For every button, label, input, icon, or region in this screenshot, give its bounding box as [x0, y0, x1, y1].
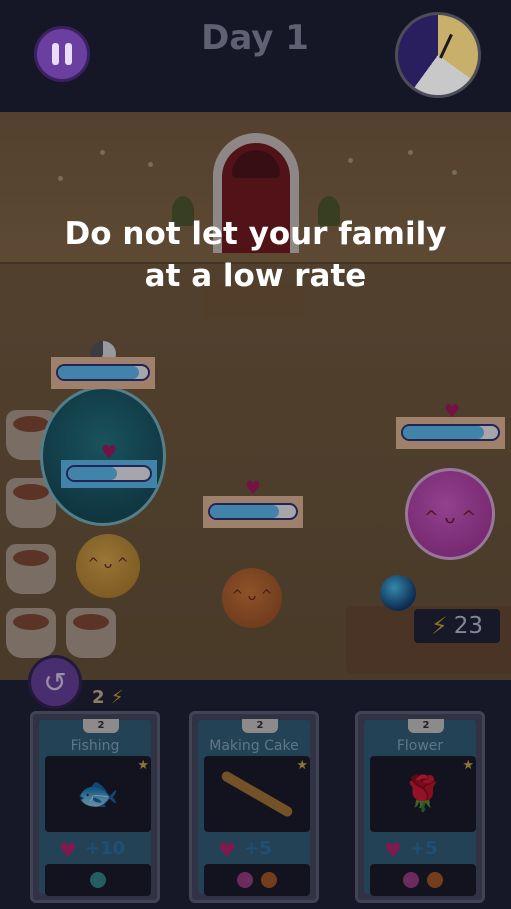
heart-icon: ♥ [218, 838, 236, 862]
tutorial-message: Do not let your family at a low rate [20, 213, 491, 297]
family-member-pink[interactable]: ^ ᴗ ^ [405, 468, 495, 560]
card-art: 🐟 ★ [45, 756, 151, 832]
energy-value: 23 [453, 613, 484, 639]
sparkle [148, 162, 153, 167]
participant-icon [261, 872, 277, 888]
card-value: +5 [410, 838, 438, 859]
health-bar-teal-inner [61, 460, 157, 488]
sparkle [58, 176, 63, 181]
pause-icon [52, 43, 59, 65]
health-bar-pink [396, 417, 505, 449]
undo-cost: 2 ⚡ [92, 687, 123, 708]
day-label: Day 1 [201, 18, 309, 58]
fish-icon: 🐟 [76, 774, 120, 814]
rolling-pin-icon [219, 769, 295, 819]
card-value: +10 [85, 838, 126, 859]
sparkle [408, 150, 413, 155]
participant-icon [403, 872, 419, 888]
game-scene: ^ ᴗ ^ ^ ᴗ ^ ^ ᴗ ^ ^ ᴗ ^ ♥ ♥ ♥ ⚡ 23 ↺ 2 ⚡… [0, 0, 511, 909]
health-fill [210, 505, 279, 518]
card-title: Flower [396, 738, 444, 754]
tutorial-message-line2: at a low rate [144, 258, 367, 294]
crystal-ball-icon[interactable] [380, 575, 416, 611]
rose-icon: 🌹 [401, 774, 445, 814]
star-icon: ★ [462, 758, 474, 773]
action-card-flower[interactable]: 2 Flower 🌹 ★ ♥ +5 [355, 711, 485, 903]
card-title: Making Cake [209, 738, 299, 754]
card-body: 2 Fishing 🐟 ★ ♥ +10 [39, 719, 151, 896]
health-fill [68, 467, 118, 480]
participant-icon [90, 872, 106, 888]
health-fill [58, 366, 139, 379]
action-card-making-cake[interactable]: 2 Making Cake ★ ♥ +5 [189, 711, 319, 903]
health-bar-teal [51, 357, 155, 389]
card-participants [370, 864, 476, 896]
heart-icon: ♥ [100, 442, 118, 463]
family-member-orange[interactable]: ^ ᴗ ^ [222, 568, 282, 628]
action-card-fishing[interactable]: 2 Fishing 🐟 ★ ♥ +10 [30, 711, 160, 903]
lightning-icon: ⚡ [110, 687, 124, 708]
undo-button[interactable]: ↺ [28, 655, 82, 709]
card-participants [204, 864, 310, 896]
health-fill [403, 426, 484, 439]
health-bar-orange [203, 496, 303, 528]
undo-cost-value: 2 [92, 687, 105, 708]
star-icon: ★ [296, 758, 308, 773]
card-body: 2 Making Cake ★ ♥ +5 [198, 719, 310, 896]
card-value: +5 [244, 838, 272, 859]
sparkle [100, 150, 105, 155]
energy-counter: ⚡ 23 [414, 609, 500, 643]
sparkle [348, 158, 353, 163]
pause-icon [65, 43, 72, 65]
lightning-icon: ⚡ [430, 612, 448, 640]
heart-icon: ♥ [384, 838, 402, 862]
pause-button[interactable] [34, 26, 90, 82]
card-title: Fishing [70, 738, 120, 754]
star-icon: ★ [137, 758, 149, 773]
card-art: 🌹 ★ [370, 756, 476, 832]
heart-icon: ♥ [59, 838, 77, 862]
card-art: ★ [204, 756, 310, 832]
sparkle [452, 170, 457, 175]
card-participants [45, 864, 151, 896]
heart-icon: ♥ [244, 478, 262, 499]
card-cost: 2 [242, 719, 278, 733]
pot [6, 544, 56, 594]
card-cost: 2 [408, 719, 444, 733]
undo-icon: ↺ [43, 665, 67, 699]
card-body: 2 Flower 🌹 ★ ♥ +5 [364, 719, 476, 896]
participant-icon [237, 872, 253, 888]
family-member-yellow[interactable]: ^ ᴗ ^ [76, 534, 140, 598]
pot [66, 608, 116, 658]
card-cost: 2 [83, 719, 119, 733]
tutorial-message-line1: Do not let your family [64, 216, 447, 252]
pot [6, 608, 56, 658]
happy-face-icon: ^ ᴗ ^ [231, 588, 273, 604]
happy-face-icon: ^ ᴗ ^ [87, 556, 129, 572]
day-clock-icon [395, 12, 481, 98]
happy-face-icon: ^ ᴗ ^ [423, 507, 477, 528]
participant-icon [427, 872, 443, 888]
